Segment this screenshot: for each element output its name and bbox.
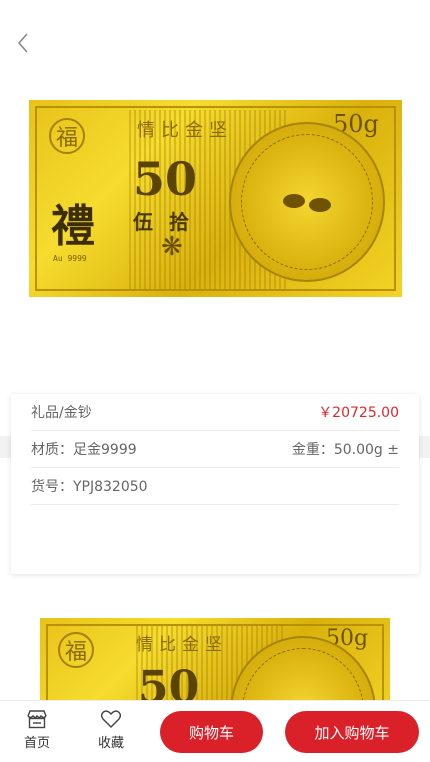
category-label: 礼品/金钞 xyxy=(31,405,92,421)
home-label: 首页 xyxy=(23,736,50,751)
add-to-cart-button[interactable]: 加入购物车 xyxy=(285,711,419,753)
side-band-right xyxy=(419,436,430,458)
fu-seal: 福 xyxy=(49,118,85,154)
note-motto: 情比金坚 xyxy=(137,120,233,141)
note-big-number: 50 xyxy=(133,152,198,206)
info-row-material: 材质：足金9999 金重：50.00g ± xyxy=(31,431,399,468)
heart-icon xyxy=(100,710,122,728)
chevron-left-icon xyxy=(17,33,28,53)
duck-icon xyxy=(283,194,305,208)
medallion-ring xyxy=(241,134,373,270)
note-medallion xyxy=(229,122,385,282)
back-button[interactable] xyxy=(8,28,38,58)
side-band-left xyxy=(0,436,11,458)
fu-seal: 福 xyxy=(58,632,94,668)
flower-icon: ❋ xyxy=(161,232,183,262)
product-image: 福 情比金坚 50g 50 禮 伍拾 Au 9999 ❋ xyxy=(29,100,402,297)
note-li-char: 禮 xyxy=(51,201,95,252)
bottom-action-bar: 首页 收藏 购物车 加入购物车 xyxy=(0,700,430,762)
home-nav[interactable]: 首页 xyxy=(13,709,61,751)
info-row-category: 礼品/金钞 ￥20725.00 xyxy=(31,394,399,431)
note-wushi: 伍拾 xyxy=(133,210,205,234)
product-info-card: 礼品/金钞 ￥20725.00 材质：足金9999 金重：50.00g ± 货号… xyxy=(11,394,419,574)
material-label: 材质：足金9999 xyxy=(31,442,137,458)
info-row-sku: 货号：YPJ832050 xyxy=(31,468,399,505)
favorite-nav[interactable]: 收藏 xyxy=(87,709,135,751)
note-motto: 情比金坚 xyxy=(136,635,228,655)
gold-weight-label: 金重：50.00g ± xyxy=(291,442,399,458)
favorite-label: 收藏 xyxy=(97,736,124,751)
duck-icon xyxy=(309,198,331,212)
cart-button[interactable]: 购物车 xyxy=(160,711,263,753)
note-purity: Au 9999 xyxy=(53,254,87,263)
price-label: ￥20725.00 xyxy=(318,405,399,421)
sku-label: 货号：YPJ832050 xyxy=(31,479,148,495)
store-icon xyxy=(27,710,47,729)
